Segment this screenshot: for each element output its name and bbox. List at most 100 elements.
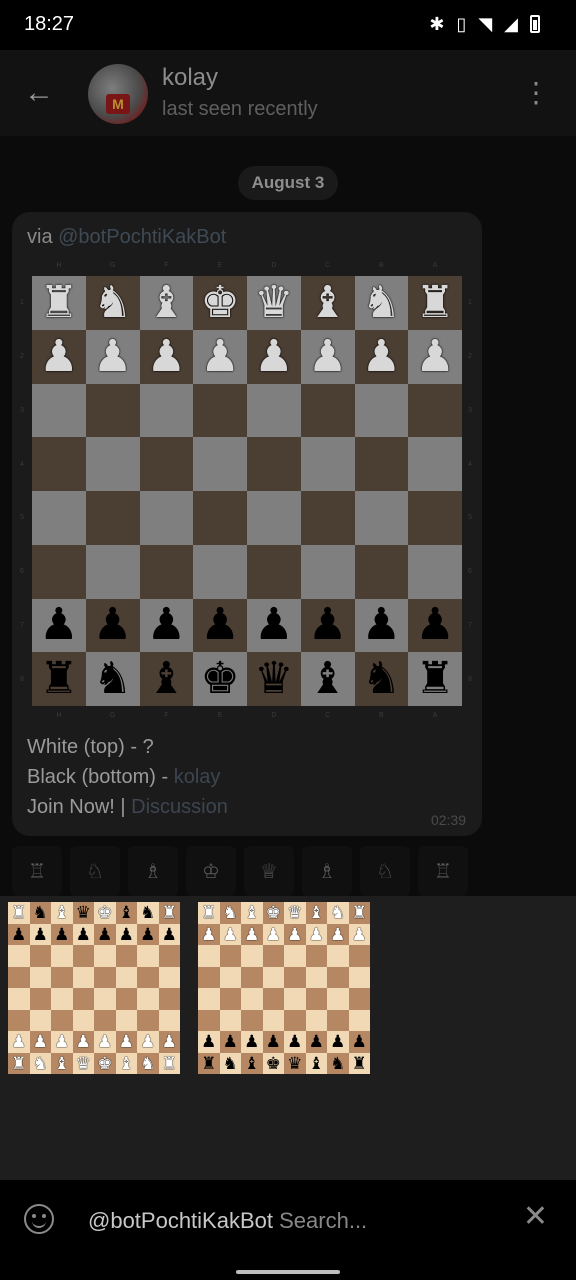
avatar[interactable]: M [88,64,148,124]
chess-board: ♜ ♞ ♝ ♚ ♛ ♝ ♞ ♜ ♟ ♟ ♟ ♟ ♟ ♟ ♟ ♟ ♟ ♟ ♟ ♟ ♟ ♟ ♟ ♟ ♜ ♞ ♝ ♚ ♛ ♝ ♞ ♜ [32,276,462,706]
black-pawn-piece: ♟ [300,598,355,653]
white-rook-piece: ♜ [32,276,86,330]
board-square [408,383,462,438]
white-rook-piece: ♜ [8,1052,30,1074]
black-pawn-piece: ♟ [193,598,247,653]
board-square [262,1009,284,1031]
join-line: Join Now! | Discussion [27,796,228,819]
board-square [29,945,51,967]
gesture-bar [236,1270,340,1274]
black-pawn-piece: ♟ [32,598,86,653]
board-square [72,988,94,1010]
vibrate-icon: ▯ [456,14,467,34]
file-label: F [164,262,169,269]
black-pawn-piece: ♟ [354,598,409,653]
white-bishop-piece: ♝ [139,276,194,330]
white-pawn-piece: ♟ [241,923,263,945]
close-icon[interactable]: ✕ [523,1202,548,1232]
board-square [300,544,355,599]
board-square [32,437,86,491]
white-pawn-piece: ♟ [85,329,140,384]
inline-keyboard-button[interactable]: ♘ [70,846,120,896]
board-square [241,988,263,1010]
board-square [300,491,355,545]
inline-keyboard-button[interactable]: ♕ [244,846,294,896]
board-square [305,988,327,1010]
board-square [241,966,263,988]
black-knight-piece: ♞ [354,652,409,706]
battery-icon [530,15,540,33]
white-pawn-piece: ♟ [137,1031,159,1053]
input-placeholder: Search... [279,1208,368,1233]
board-square [193,544,247,599]
white-pawn-piece: ♟ [158,1031,180,1053]
board-square [72,966,94,988]
inline-keyboard-button[interactable]: ♔ [186,846,236,896]
board-square [115,945,137,967]
board-square [8,945,30,967]
white-rook-piece: ♜ [158,1052,180,1074]
status-time: 18:27 [24,13,75,35]
discussion-link[interactable]: Discussion [131,796,228,818]
black-pawn-piece: ♟ [327,1031,349,1053]
white-bishop-piece: ♝ [241,902,263,924]
board-square [219,945,241,967]
rank-label: 7 [20,621,24,629]
file-label: F [164,712,169,719]
white-pawn-piece: ♟ [115,1031,137,1053]
black-pawn-piece: ♟ [219,1031,241,1053]
board-square [198,945,220,967]
black-player-link[interactable]: kolay [174,766,221,788]
board-square [8,988,30,1010]
black-knight-piece: ♞ [219,1052,241,1074]
inline-result-board[interactable]: ♜ ♞ ♝ ♛ ♚ ♝ ♞ ♜ ♟ ♟ ♟ ♟ ♟ ♟ ♟ ♟ ♟ ♟ ♟ ♟ ♟ ♟ ♟ ♟ ♜ ♞ ♝ ♛ ♚ ♝ ♞ ♜ [8,902,180,1074]
wifi-icon: ◥ [478,14,493,34]
board-square [51,945,73,967]
white-pawn-piece: ♟ [262,923,284,945]
rank-label: 1 [468,299,472,307]
inline-keyboard-button[interactable]: ♖ [418,846,468,896]
board-square [408,544,462,599]
black-bishop-piece: ♝ [115,902,137,924]
emoji-icon[interactable] [24,1204,54,1234]
input-value: @botPochtiKakBot [88,1208,273,1233]
board-square [354,437,409,491]
board-square [193,491,247,545]
white-pawn-piece: ♟ [8,1031,30,1053]
white-rook-piece: ♜ [348,902,370,924]
join-now-link[interactable]: Join Now! | [27,796,131,818]
file-label: D [271,262,277,269]
chat-header: ← M kolay last seen recently ⋮ [0,50,576,136]
message-bubble[interactable]: via @botPochtiKakBot H G F E D C B A 1 2 3 4 5 6 7 8 ♜… [12,212,482,836]
white-pawn-piece: ♟ [193,329,247,384]
more-vert-icon[interactable]: ⋮ [522,78,550,108]
black-queen-piece: ♛ [284,1052,306,1074]
file-label: D [271,712,277,719]
inline-results-panel: ♜ ♞ ♝ ♛ ♚ ♝ ♞ ♜ ♟ ♟ ♟ ♟ ♟ ♟ ♟ ♟ ♟ ♟ ♟ ♟ ♟ ♟ ♟ ♟ ♜ ♞ ♝ ♛ ♚ ♝ ♞ ♜ ♜ ♞ ♝ ♚ ♛ ♝ ♞… [0,896,576,1180]
black-king-piece: ♚ [262,1052,284,1074]
white-pawn-piece: ♟ [247,329,301,384]
board-square [29,1009,51,1031]
black-pawn-piece: ♟ [241,1031,263,1053]
inline-keyboard-button[interactable]: ♘ [360,846,410,896]
rank-labels-left: 1 2 3 4 5 6 7 8 [20,276,28,706]
white-knight-piece: ♞ [219,902,241,924]
board-square [305,966,327,988]
chess-board-image: HGFEDCBA 12345678 ♜ ♞ ♝ ♚ ♛ ♝ ♞ ♜ ♟ ♟ ♟ ♟ ♟ ♟ ♟ ♟ ♟ ♟ ♟ ♟ ♟ ♟… [20,258,472,719]
board-square [354,491,409,545]
board-square [85,491,140,545]
white-king-piece: ♚ [94,1052,116,1074]
inline-keyboard-button[interactable]: ♗ [302,846,352,896]
inline-keyboard-button[interactable]: ♖ [12,846,62,896]
inline-result-board[interactable]: ♜ ♞ ♝ ♚ ♛ ♝ ♞ ♜ ♟ ♟ ♟ ♟ ♟ ♟ ♟ ♟ ♟ ♟ ♟ ♟ ♟ ♟ ♟ ♟ ♜ ♞ ♝ ♚ ♛ ♝ ♞ ♜ [198,902,370,1074]
message-input[interactable]: @botPochtiKakBot Search... [88,1208,367,1234]
board-square [408,491,462,545]
bot-username-link[interactable]: @botPochtiKakBot [58,226,226,248]
file-label: C [325,712,331,719]
white-bishop-piece: ♝ [115,1052,137,1074]
back-arrow-icon[interactable]: ← [24,78,54,108]
white-pawn-piece: ♟ [51,1031,73,1053]
chat-title[interactable]: kolay [162,64,218,92]
rank-label: 1 [20,299,24,307]
inline-keyboard-button[interactable]: ♗ [128,846,178,896]
